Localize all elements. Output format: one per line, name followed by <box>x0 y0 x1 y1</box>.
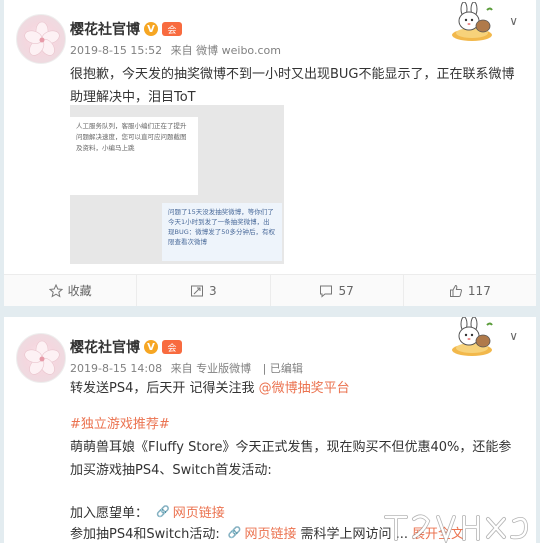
hashtag-line: #独立游戏推荐# <box>70 413 524 436</box>
hashtag-link[interactable]: #独立游戏推荐# <box>70 417 170 432</box>
author-name[interactable]: 樱花社官博 <box>70 19 140 39</box>
chevron-down-icon[interactable]: ∨ <box>509 14 518 28</box>
verified-icon: V <box>144 340 158 354</box>
member-badge-icon[interactable]: 会 <box>162 22 182 36</box>
author-name[interactable]: 樱花社官博 <box>70 337 140 357</box>
post-date[interactable]: 2019-8-15 15:52 <box>70 44 162 57</box>
edited-label[interactable]: 已编辑 <box>270 362 303 375</box>
sakura-icon <box>24 21 60 56</box>
thumbs-up-icon <box>449 284 462 297</box>
action-bar: 收藏 3 57 117 <box>4 274 536 306</box>
member-badge-icon[interactable]: 会 <box>162 340 182 354</box>
post-meta: 2019-8-15 15:52 来自 微博 weibo.com <box>70 42 281 58</box>
author-row: 樱花社官博 V 会 <box>70 19 182 39</box>
avatar[interactable] <box>16 14 66 64</box>
repost-icon <box>191 285 204 296</box>
chat-bubble-right: 问题了15天没发抽奖微博，等你们了今天1小时到发了一条抽奖微博，出现BUG：微博… <box>162 203 282 261</box>
repost-button[interactable]: 3 <box>137 275 271 306</box>
watermark-logo-icon <box>384 514 529 543</box>
wishlist-row: 加入愿望单： 🔗 网页链接 <box>70 502 225 521</box>
link-icon: 🔗 <box>227 526 242 539</box>
comment-count: 57 <box>338 283 354 298</box>
source-prefix: 来自 <box>170 44 193 57</box>
comment-icon <box>320 285 333 298</box>
weibo-post-card: 樱花社官博 V 会 2019-8-15 15:52 来自 微博 weibo.co… <box>4 0 536 306</box>
ps4-link[interactable]: 🔗 网页链接 <box>228 523 297 542</box>
star-icon <box>48 283 63 298</box>
bunny-mascot-icon <box>452 2 493 41</box>
comment-button[interactable]: 57 <box>271 275 404 306</box>
post-source[interactable]: 微博 weibo.com <box>196 44 281 57</box>
wishlist-link[interactable]: 🔗 网页链接 <box>156 502 225 521</box>
repost-count: 3 <box>209 283 217 298</box>
mention-link[interactable]: @微博抽奖平台 <box>259 381 350 396</box>
weibo-post-card: 樱花社官博 V 会 2019-8-15 14:08 来自 专业版微博 | 已编辑… <box>4 317 536 543</box>
post-text-line1: 转发送PS4，后天开 记得关注我 @微博抽奖平台 <box>70 377 524 400</box>
post-meta: 2019-8-15 14:08 来自 专业版微博 | 已编辑 <box>70 362 303 375</box>
post-text: 转发送PS4，后天开 记得关注我 <box>70 381 259 396</box>
ps4-label: 参加抽PS4和Switch活动: <box>70 527 220 542</box>
post-date[interactable]: 2019-8-15 14:08 <box>70 362 162 375</box>
post-image[interactable]: 人工服务队列，客服小编们正在了提升问题解决速度，您可以直可应问题截图及资料，小编… <box>70 105 284 264</box>
post-body: 萌萌兽耳娘《Fluffy Store》今天正式发售，现在购买不但优惠40%，还能… <box>70 440 512 478</box>
wishlist-link-label: 网页链接 <box>172 506 225 521</box>
bunny-mascot-icon <box>452 317 493 356</box>
chat-bubble-left: 人工服务队列，客服小编们正在了提升问题解决速度，您可以直可应问题截图及资料，小编… <box>70 117 198 195</box>
ps4-link-label: 网页链接 <box>244 527 297 542</box>
chevron-down-icon[interactable]: ∨ <box>509 329 518 343</box>
verified-icon: V <box>144 22 158 36</box>
wishlist-label: 加入愿望单： <box>70 506 149 521</box>
source-prefix: 来自 <box>170 362 193 375</box>
favorite-button[interactable]: 收藏 <box>4 275 138 306</box>
sakura-icon <box>24 340 60 375</box>
post-text: 很抱歉，今天发的抽奖微博不到一小时又出现BUG不能显示了，正在联系微博助理解决中… <box>70 67 515 105</box>
like-button[interactable]: 117 <box>404 275 536 306</box>
avatar[interactable] <box>16 333 66 383</box>
post-source[interactable]: 专业版微博 <box>196 362 251 375</box>
like-count: 117 <box>467 283 491 298</box>
author-row: 樱花社官博 V 会 <box>70 337 182 357</box>
link-icon: 🔗 <box>156 505 170 518</box>
favorite-label: 收藏 <box>67 284 92 298</box>
